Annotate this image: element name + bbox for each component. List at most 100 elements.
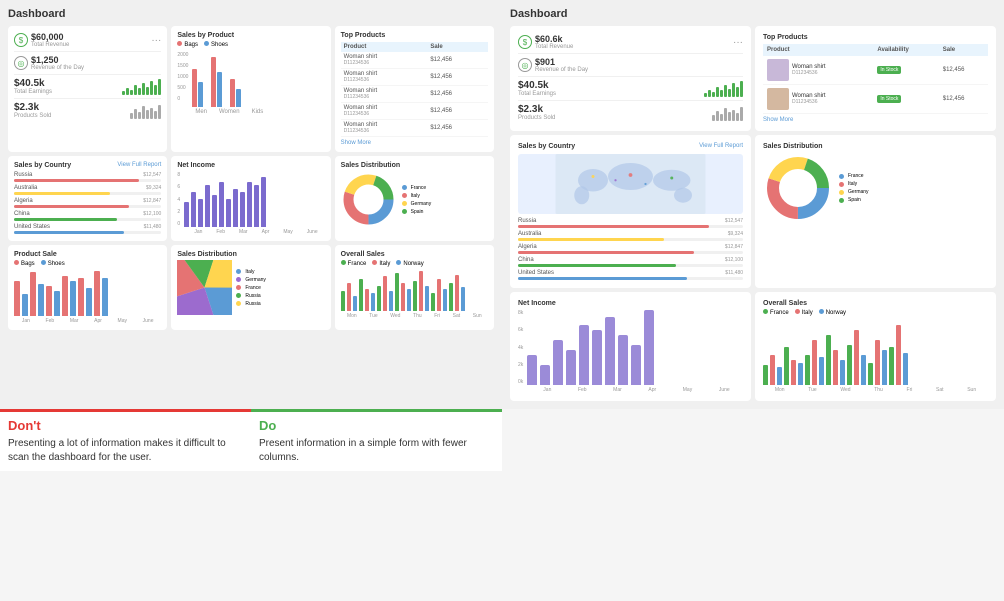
col-sale: Sale	[427, 42, 488, 52]
revenue-icon: $	[14, 33, 28, 47]
right-col-sale: Sale	[939, 44, 988, 56]
right-dots-icon: ···	[733, 37, 743, 48]
right-net-income-title: Net Income	[518, 300, 743, 307]
right-earnings-label: Total Earnings	[518, 91, 556, 97]
country-bar-bg	[518, 264, 743, 267]
products-label: Products Sold	[14, 113, 51, 119]
right-sales-dist-title: Sales Distribution	[763, 143, 988, 150]
col-product: Product	[341, 42, 428, 52]
label-kids: Kids	[252, 109, 264, 115]
right-products-sparkline	[712, 105, 743, 121]
bar-group-men	[192, 69, 203, 107]
right-donut-svg	[763, 153, 833, 223]
revenue-amount: $60,000	[31, 32, 69, 42]
dont-section: Don't Presenting a lot of information ma…	[0, 409, 251, 471]
country-bar-bg	[518, 251, 743, 254]
pie-container: Italy Germany France Russia Russia	[177, 260, 324, 315]
product-img	[767, 88, 789, 110]
right-stat-card: $ $60.6k Total Revenue ··· ◎ $901 Revenu…	[510, 26, 751, 131]
right-net-income: Net Income 8k6k4k2k0k	[510, 292, 751, 401]
right-products-amount: $2.3k	[518, 104, 555, 115]
right-col-availability: Availability	[873, 44, 938, 56]
table-row: Woman shirtD11234536$12,456	[341, 120, 488, 137]
left-net-income: Net Income 86420	[171, 156, 330, 241]
right-daily-label: Revenue of the Day	[535, 67, 588, 73]
country-bar-fill	[14, 192, 110, 195]
right-view-report[interactable]: View Full Report	[699, 143, 743, 150]
right-donut-legend: France Italy Germany Spain	[839, 173, 869, 203]
product-sale-title: Product Sale	[14, 251, 161, 258]
country-bar-fill	[14, 205, 129, 208]
view-full-report[interactable]: View Full Report	[117, 162, 161, 169]
right-show-more[interactable]: Show More	[763, 117, 988, 123]
revenue-label: Total Revenue	[31, 42, 69, 48]
left-panel: Dashboard $ $60,000 Total Revenue ··· ◎	[0, 0, 502, 409]
sales-dist-title: Sales Distribution	[341, 162, 488, 169]
left-sales-by-country: Sales by Country View Full Report Russia…	[8, 156, 167, 241]
earnings-label: Total Earnings	[14, 89, 52, 95]
product-sale-legend: Bags Shoes	[14, 260, 161, 267]
pie-svg	[177, 260, 232, 315]
right-sales-distribution: Sales Distribution France Italy Germany …	[755, 135, 996, 288]
table-row: Woman shirtD11234536$12,456	[341, 86, 488, 103]
country-row: China $12,100	[14, 211, 161, 221]
country-list: Russia $12,547 Australia $9,324 Algeria …	[14, 172, 161, 234]
country-bar-fill	[14, 179, 139, 182]
right-top-products-title: Top Products	[763, 34, 988, 41]
pie-legend: Italy Germany France Russia Russia	[236, 269, 266, 307]
overall-sales-bars	[341, 271, 488, 311]
dots-icon: ···	[151, 35, 161, 46]
country-row: China $12,100	[518, 257, 743, 267]
map-svg	[518, 154, 743, 214]
table-row: Woman shirt D11234536 In Stock $12,456	[763, 56, 988, 85]
right-earnings-sparkline	[704, 81, 743, 97]
country-row: United States $11,480	[14, 224, 161, 234]
right-products-label: Products Sold	[518, 115, 555, 121]
in-stock-badge: In Stock	[877, 95, 901, 103]
left-stat-card: $ $60,000 Total Revenue ··· ◎ $1,250 Rev…	[8, 26, 167, 152]
dont-label: Don't	[8, 418, 243, 433]
right-col-product: Product	[763, 44, 873, 56]
bar-group-women	[211, 57, 222, 107]
label-men: Men	[195, 109, 207, 115]
product-sale-chart	[14, 271, 161, 316]
top-products-title: Top Products	[341, 32, 488, 39]
do-section: Do Present information in a simple form …	[251, 409, 502, 471]
top-products-table: Product Sale Woman shirtD11234536$12,456…	[341, 42, 488, 137]
table-row: Woman shirt D11234536 In Stock $12,456	[763, 85, 988, 114]
legend-germany: Germany	[411, 201, 432, 207]
x-axis-labels: Men Women Kids	[177, 109, 324, 115]
sales-dist-bottom-title: Sales Distribution	[177, 251, 324, 258]
left-overall-sales: Overall Sales France Italy Norway	[335, 245, 494, 330]
right-overall-bars	[763, 320, 988, 385]
country-bar-bg	[518, 277, 743, 280]
right-sbc-title: Sales by Country	[518, 143, 575, 150]
bar-group-kids	[230, 79, 241, 107]
products-amount: $2.3k	[14, 102, 51, 113]
overall-sales-title: Overall Sales	[341, 251, 488, 258]
right-panel: Dashboard $ $60.6k Total Revenue ··· ◎ $	[502, 0, 1004, 409]
y-axis: 2000 1500 1000 500 0	[177, 52, 188, 102]
daily-icon: ◎	[14, 56, 28, 70]
right-earnings-amount: $40.5k	[518, 80, 556, 91]
country-bar-fill	[14, 218, 117, 221]
right-donut-container: France Italy Germany Spain	[763, 153, 988, 223]
right-country-list: Russia $12,547 Australia $9,324 Algeria …	[518, 218, 743, 280]
donut-chart-container: France Italy Germany Spain	[341, 172, 488, 227]
label-women: Women	[219, 109, 240, 115]
donut-legend: France Italy Germany Spain	[402, 185, 432, 215]
do-label: Do	[259, 418, 494, 433]
right-overall-sales: Overall Sales France Italy Norway	[755, 292, 996, 401]
right-daily-amount: $901	[535, 57, 588, 67]
overall-legend: France Italy Norway	[341, 260, 488, 267]
show-more-link[interactable]: Show More	[341, 140, 488, 146]
country-row: United States $11,480	[518, 270, 743, 280]
legend-shoes: Shoes	[211, 42, 228, 48]
product-img	[767, 59, 789, 81]
country-bar-bg	[14, 192, 161, 195]
table-row: Woman shirtD11234536$12,456	[341, 69, 488, 86]
country-bar-fill	[14, 231, 124, 234]
country-bar-fill	[518, 264, 676, 267]
legend-france: France	[411, 185, 427, 191]
country-bar-bg	[14, 231, 161, 234]
